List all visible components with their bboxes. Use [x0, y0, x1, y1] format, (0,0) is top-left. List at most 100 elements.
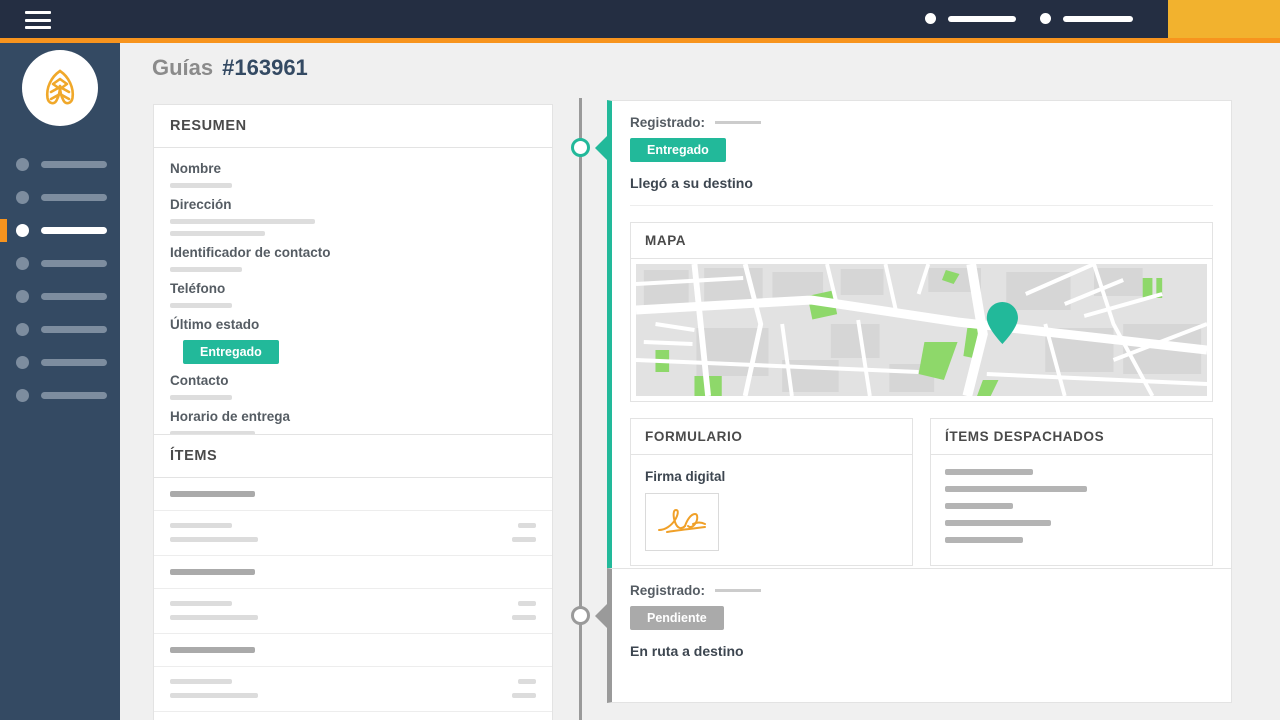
item-name-placeholder: [170, 523, 232, 528]
table-row[interactable]: [154, 511, 552, 556]
formulario-heading: FORMULARIO: [631, 419, 912, 455]
field-label-horario-de-entrega: Horario de entrega: [170, 409, 291, 424]
status-badge-pendiente: Pendiente: [630, 606, 724, 630]
sidebar-item-3-active[interactable]: [0, 214, 120, 247]
field-label-direccion: Dirección: [170, 197, 232, 212]
resumen-body: Nombre Dirección Identificador de contac…: [154, 148, 552, 452]
sidebar-item-label-placeholder: [41, 194, 107, 201]
items-despachados-panel: ÍTEMS DESPACHADOS: [930, 418, 1213, 566]
formulario-panel: FORMULARIO Firma digital: [630, 418, 913, 566]
dispatched-item-placeholder: [945, 520, 1051, 526]
topbar-dot-icon: [925, 13, 936, 24]
item-group-row[interactable]: [154, 478, 552, 511]
item-group-row[interactable]: [154, 634, 552, 667]
item-group-row[interactable]: [154, 712, 552, 720]
field-value-placeholder: [170, 267, 242, 272]
field-label-nombre: Nombre: [170, 161, 222, 176]
sidebar-nav-list: [0, 148, 120, 412]
sidebar-item-5[interactable]: [0, 280, 120, 313]
hamburger-menu-icon[interactable]: [25, 11, 51, 29]
sidebar-bullet-icon: [16, 257, 29, 270]
item-detail-line: [170, 601, 536, 606]
item-group-placeholder: [170, 569, 255, 575]
dispatched-item-placeholder: [945, 537, 1023, 543]
company-logo-icon[interactable]: [22, 50, 98, 126]
items-panel: ÍTEMS: [153, 434, 553, 720]
sidebar-bullet-icon: [16, 158, 29, 171]
table-row[interactable]: [154, 667, 552, 712]
map-heading: MAPA: [631, 223, 1212, 259]
dispatched-item-placeholder: [945, 469, 1033, 475]
page-title: Guías #163961: [152, 55, 308, 81]
item-group-row[interactable]: [154, 556, 552, 589]
timeline-arrow-delivered: [595, 136, 607, 160]
status-badge-entregado: Entregado: [630, 138, 726, 162]
map-viewport[interactable]: [631, 259, 1212, 401]
topbar-label-placeholder: [948, 15, 1016, 22]
topbar-label-placeholder: [1063, 15, 1133, 22]
signature-box[interactable]: [645, 493, 719, 551]
sidebar-item-label-placeholder: [41, 161, 107, 168]
divider: [630, 205, 1213, 206]
sidebar-item-label-placeholder: [41, 326, 107, 333]
dispatched-item-placeholder: [945, 486, 1087, 492]
topbar-dot-icon: [1040, 13, 1051, 24]
sidebar-bullet-icon: [16, 191, 29, 204]
item-detail-line: [170, 693, 536, 698]
sidebar-bullet-icon: [16, 323, 29, 336]
item-detail-line: [170, 537, 536, 542]
timeline-marker-delivered[interactable]: [571, 138, 590, 157]
page-title-id: #163961: [222, 55, 308, 80]
page-title-label: Guías: [152, 55, 214, 80]
map-image[interactable]: [636, 264, 1207, 396]
sidebar-item-8[interactable]: [0, 379, 120, 412]
field-value-placeholder: [170, 231, 265, 236]
timeline-track: [579, 98, 582, 720]
main-content: Guías #163961 RESUMEN Nombre Dirección Id…: [120, 43, 1280, 720]
items-despachados-heading: ÍTEMS DESPACHADOS: [931, 419, 1212, 455]
timeline-event-body: Registrado: Pendiente En ruta a destino: [612, 569, 1231, 675]
item-group-placeholder: [170, 491, 255, 497]
signature-label: Firma digital: [645, 469, 726, 484]
app-root: Guías #163961 RESUMEN Nombre Dirección Id…: [0, 0, 1280, 720]
table-row[interactable]: [154, 589, 552, 634]
sidebar-item-7[interactable]: [0, 346, 120, 379]
item-name-placeholder: [170, 615, 258, 620]
items-heading: ÍTEMS: [154, 435, 552, 478]
topbar-amber-action-block[interactable]: [1168, 0, 1280, 38]
sidebar-item-6[interactable]: [0, 313, 120, 346]
timeline-marker-pending[interactable]: [571, 606, 590, 625]
sidebar-item-2[interactable]: [0, 181, 120, 214]
logo-mark-icon: [45, 69, 75, 105]
topbar-placeholder-item-2[interactable]: [1040, 13, 1133, 24]
signature-icon: [658, 508, 706, 533]
field-label-telefono: Teléfono: [170, 281, 226, 296]
item-group-placeholder: [170, 647, 255, 653]
event-subpanels: FORMULARIO Firma digital ÍTEMS DESPACHAD…: [630, 418, 1213, 566]
topbar-placeholder-item-1[interactable]: [925, 13, 1016, 24]
timeline-event-pending: Registrado: Pendiente En ruta a destino: [607, 568, 1232, 703]
sidebar-bullet-icon: [16, 389, 29, 402]
registered-label: Registrado:: [630, 115, 706, 130]
item-qty-placeholder: [518, 601, 536, 606]
registered-row: Registrado:: [630, 115, 1213, 130]
status-badge-entregado: Entregado: [183, 340, 279, 364]
field-value-placeholder: [170, 219, 315, 224]
field-value-placeholder: [170, 303, 232, 308]
field-label-ultimo-estado: Último estado: [170, 317, 260, 332]
registered-row: Registrado:: [630, 583, 1213, 598]
field-label-identificador-de-contacto: Identificador de contacto: [170, 245, 331, 260]
sidebar: [0, 43, 120, 720]
sidebar-item-4[interactable]: [0, 247, 120, 280]
item-detail-line: [170, 615, 536, 620]
map-panel: MAPA: [630, 222, 1213, 402]
sidebar-item-label-placeholder: [41, 260, 107, 267]
sidebar-item-label-placeholder: [41, 227, 107, 234]
sidebar-item-label-placeholder: [41, 359, 107, 366]
timeline-event-body: Registrado: Entregado Llegó a su destino…: [612, 101, 1231, 582]
item-detail-line: [170, 523, 536, 528]
resumen-panel: RESUMEN Nombre Dirección Identificador d…: [153, 104, 553, 453]
item-detail-line: [170, 679, 536, 684]
event-status-text: Llegó a su destino: [630, 175, 753, 191]
sidebar-item-1[interactable]: [0, 148, 120, 181]
